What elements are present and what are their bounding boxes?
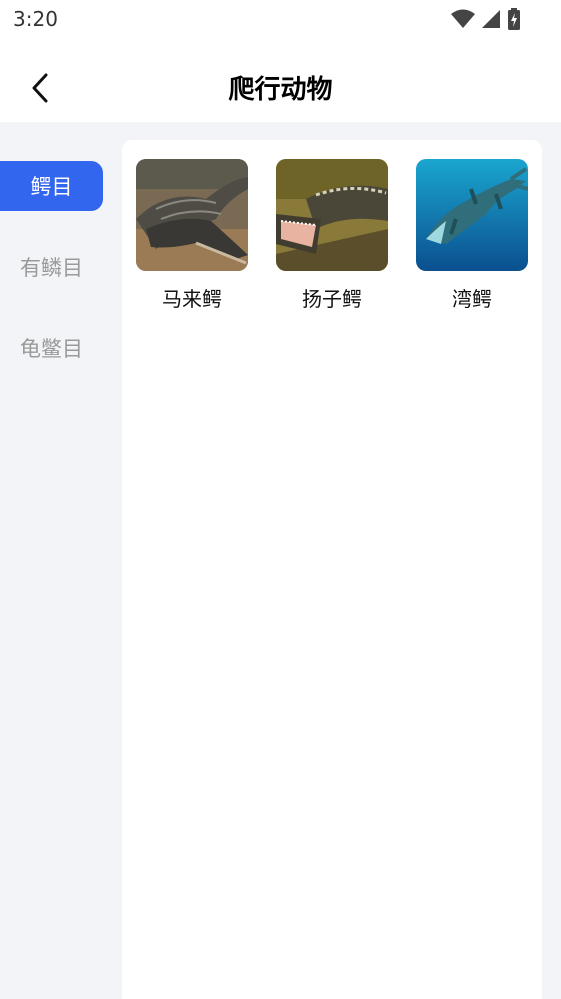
category-sidebar: 鳄目 有鳞目 龟鳖目 [0, 122, 110, 999]
species-card-saltwater-crocodile[interactable]: 湾鳄 [416, 159, 528, 319]
sidebar-item-squamata[interactable]: 有鳞目 [0, 242, 103, 292]
sidebar-item-testudines[interactable]: 龟鳖目 [0, 323, 103, 373]
signal-icon [482, 10, 500, 28]
status-bar: 3:20 [0, 0, 561, 40]
chinese-alligator-photo [276, 159, 388, 271]
status-time: 3:20 [13, 7, 58, 31]
status-icons [451, 8, 521, 30]
sidebar-item-label: 龟鳖目 [20, 337, 83, 361]
species-card-chinese-alligator[interactable]: 扬子鳄 [276, 159, 388, 319]
battery-charging-icon [508, 8, 520, 30]
species-name: 湾鳄 [452, 287, 492, 311]
species-card-malayan-gharial[interactable]: 马来鳄 [136, 159, 248, 319]
species-name: 马来鳄 [162, 287, 222, 311]
app-header: 爬行动物 [0, 40, 561, 122]
saltwater-crocodile-photo [416, 159, 528, 271]
species-name: 扬子鳄 [302, 287, 362, 311]
species-panel: 马来鳄 扬子鳄 湾鳄 [122, 140, 542, 999]
sidebar-item-crocodilia[interactable]: 鳄目 [0, 161, 103, 211]
sidebar-item-label: 有鳞目 [20, 256, 83, 280]
body-area: 鳄目 有鳞目 龟鳖目 马来鳄 扬子鳄 湾鳄 [0, 122, 561, 999]
page-title: 爬行动物 [228, 75, 333, 105]
malayan-gharial-photo [136, 159, 248, 271]
wifi-icon [451, 9, 475, 28]
sidebar-item-label: 鳄目 [30, 175, 73, 199]
